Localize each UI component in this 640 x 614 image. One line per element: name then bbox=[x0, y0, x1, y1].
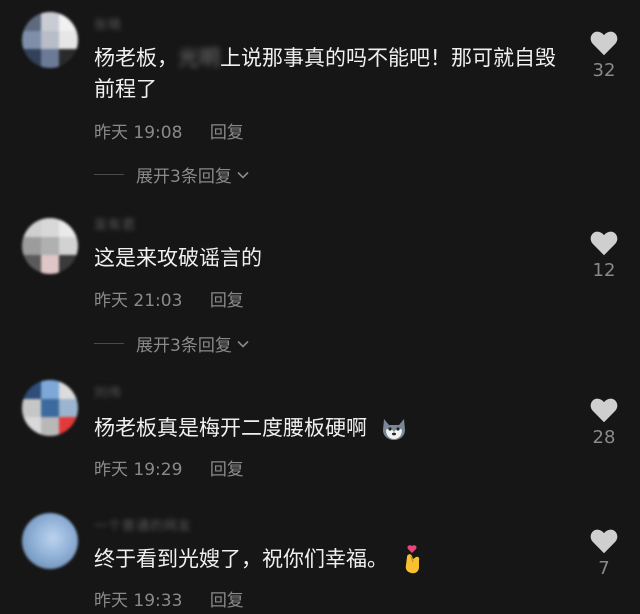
comment-time: 昨天 21:03 bbox=[94, 291, 183, 311]
like-button[interactable]: 7 bbox=[584, 528, 624, 579]
husky-emoji-icon bbox=[382, 419, 405, 440]
like-button[interactable]: 12 bbox=[584, 230, 624, 281]
heart-icon bbox=[590, 398, 618, 423]
comment-time: 昨天 19:33 bbox=[94, 591, 183, 611]
heart-icon bbox=[590, 529, 618, 554]
expand-replies-label: 展开3条回复 bbox=[136, 336, 232, 356]
comment-meta: 昨天 19:29 回复 bbox=[94, 455, 244, 480]
like-button[interactable]: 32 bbox=[584, 30, 624, 81]
like-count: 12 bbox=[592, 260, 616, 281]
comment-username[interactable]: 刘伟 bbox=[94, 382, 122, 401]
reply-button[interactable]: 回复 bbox=[210, 291, 244, 311]
comment-username[interactable]: 一个普通的网友 bbox=[94, 515, 192, 534]
reply-button[interactable]: 回复 bbox=[210, 460, 244, 480]
expand-replies-button[interactable]: 展开3条回复 bbox=[94, 331, 250, 356]
comment-text: 终于看到光嫂了，祝你们幸福。 bbox=[94, 544, 574, 575]
finger-heart-emoji-icon bbox=[405, 545, 419, 574]
comment-meta: 昨天 19:33 回复 bbox=[94, 586, 244, 611]
comment-meta: 昨天 19:08 回复 bbox=[94, 118, 244, 143]
like-button[interactable]: 28 bbox=[584, 397, 624, 448]
avatar[interactable] bbox=[22, 12, 78, 68]
blurred-text: 光明 bbox=[178, 46, 220, 70]
like-count: 7 bbox=[598, 558, 610, 579]
comment-username[interactable]: 张晓 bbox=[94, 14, 122, 33]
like-count: 32 bbox=[592, 60, 616, 81]
divider bbox=[94, 343, 124, 344]
heart-icon bbox=[590, 31, 618, 56]
chevron-down-icon bbox=[237, 171, 249, 179]
comment-time: 昨天 19:08 bbox=[94, 123, 183, 143]
like-count: 28 bbox=[592, 427, 616, 448]
avatar[interactable] bbox=[22, 218, 78, 274]
comment-username[interactable]: 吴有君 bbox=[94, 214, 136, 233]
avatar[interactable] bbox=[22, 380, 78, 436]
expand-replies-button[interactable]: 展开3条回复 bbox=[94, 162, 250, 187]
heart-icon bbox=[590, 231, 618, 256]
comment-meta: 昨天 21:03 回复 bbox=[94, 286, 244, 311]
divider bbox=[94, 174, 124, 175]
comment-time: 昨天 19:29 bbox=[94, 460, 183, 480]
chevron-down-icon bbox=[237, 340, 249, 348]
reply-button[interactable]: 回复 bbox=[210, 123, 244, 143]
comment-text: 杨老板，光明上说那事真的吗不能吧！那可就自毁前程了 bbox=[94, 46, 556, 101]
avatar[interactable] bbox=[22, 513, 78, 569]
comment-text: 杨老板真是梅开二度腰板硬啊 bbox=[94, 413, 574, 444]
comment-text: 这是来攻破谣言的 bbox=[94, 246, 262, 270]
reply-button[interactable]: 回复 bbox=[210, 591, 244, 611]
expand-replies-label: 展开3条回复 bbox=[136, 167, 232, 187]
